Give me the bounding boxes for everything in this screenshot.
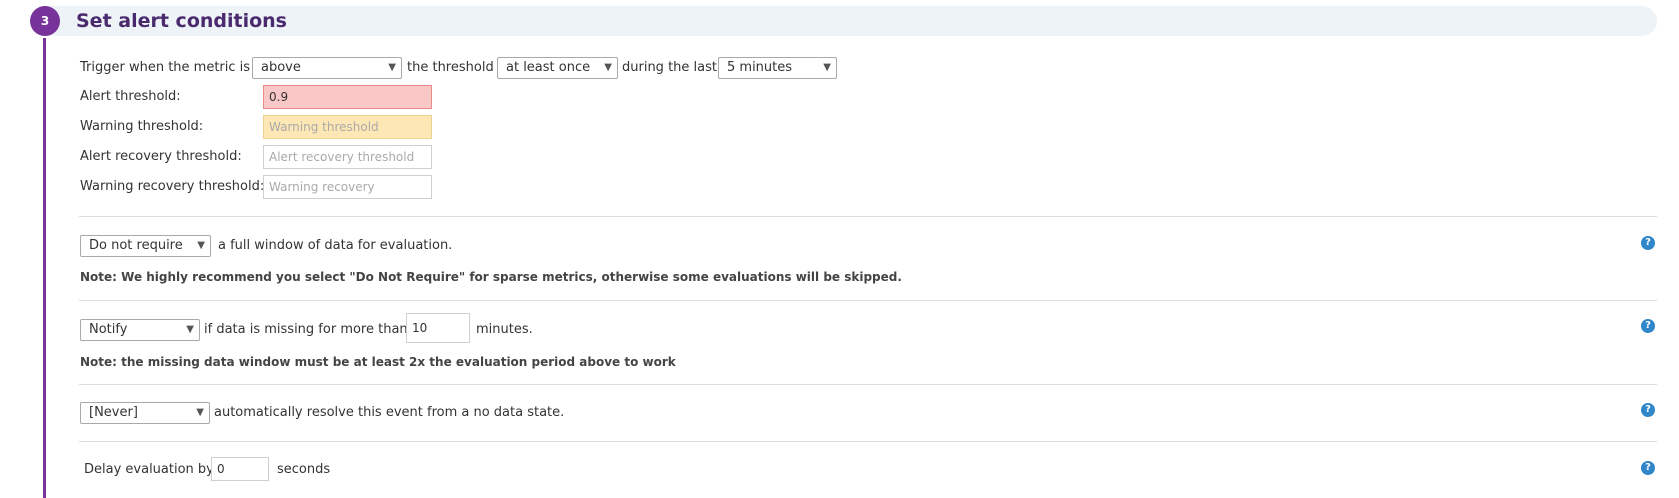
help-icon[interactable]: ? xyxy=(1641,319,1655,333)
delay-evaluation-input[interactable]: 0 xyxy=(211,457,269,481)
section-divider xyxy=(79,441,1657,442)
full-window-select[interactable]: Do not require ▼ xyxy=(80,235,211,257)
chevron-down-icon: ▼ xyxy=(823,62,831,73)
help-icon[interactable]: ? xyxy=(1641,403,1655,417)
delay-evaluation-unit: seconds xyxy=(277,462,331,477)
help-icon[interactable]: ? xyxy=(1641,236,1655,250)
missing-data-select[interactable]: Notify ▼ xyxy=(80,319,200,341)
section-divider xyxy=(79,384,1657,385)
alert-recovery-threshold-label: Alert recovery threshold: xyxy=(80,149,242,164)
full-window-select-value: Do not require xyxy=(89,238,183,253)
comparison-select-value: above xyxy=(261,60,301,75)
missing-data-select-value: Notify xyxy=(89,322,128,337)
occurrence-select[interactable]: at least once ▼ xyxy=(497,57,618,79)
time-window-select[interactable]: 5 minutes ▼ xyxy=(718,57,837,79)
warning-recovery-threshold-input[interactable]: Warning recovery threshold xyxy=(263,175,432,199)
time-window-select-value: 5 minutes xyxy=(727,60,793,75)
occurrence-select-value: at least once xyxy=(506,60,591,75)
help-icon[interactable]: ? xyxy=(1641,461,1655,475)
step-number-badge: 3 xyxy=(30,6,60,36)
auto-resolve-select-value: [Never] xyxy=(89,405,138,420)
chevron-down-icon: ▼ xyxy=(196,407,204,418)
section-divider xyxy=(79,216,1657,217)
alert-recovery-threshold-input[interactable]: Alert recovery threshold (op xyxy=(263,145,432,169)
chevron-down-icon: ▼ xyxy=(388,62,396,73)
trigger-prefix-label: Trigger when the metric is xyxy=(80,60,251,75)
chevron-down-icon: ▼ xyxy=(604,62,612,73)
missing-data-minutes-input[interactable]: 10 xyxy=(406,313,470,343)
auto-resolve-select[interactable]: [Never] ▼ xyxy=(80,402,210,424)
comparison-select[interactable]: above ▼ xyxy=(252,57,402,79)
alert-threshold-label: Alert threshold: xyxy=(80,89,181,104)
chevron-down-icon: ▼ xyxy=(197,240,205,251)
missing-data-note: Note: the missing data window must be at… xyxy=(80,355,676,369)
missing-data-unit: minutes. xyxy=(476,322,533,337)
full-window-text: a full window of data for evaluation. xyxy=(218,238,453,253)
alert-threshold-input[interactable]: 0.9 xyxy=(263,85,432,109)
section-title: Set alert conditions xyxy=(76,10,287,32)
chevron-down-icon: ▼ xyxy=(186,324,194,335)
trigger-suffix-label: during the last xyxy=(622,60,717,75)
warning-recovery-threshold-label: Warning recovery threshold: xyxy=(80,179,265,194)
step-timeline-line xyxy=(43,38,46,498)
section-header-bar xyxy=(48,6,1657,36)
section-divider xyxy=(79,300,1657,301)
trigger-mid-label: the threshold xyxy=(407,60,494,75)
warning-threshold-input[interactable]: Warning threshold (optiona xyxy=(263,115,432,139)
warning-threshold-label: Warning threshold: xyxy=(80,119,204,134)
missing-data-text: if data is missing for more than xyxy=(204,322,408,337)
full-window-note: Note: We highly recommend you select "Do… xyxy=(80,270,902,284)
delay-evaluation-label: Delay evaluation by xyxy=(84,462,214,477)
auto-resolve-text: automatically resolve this event from a … xyxy=(214,405,565,420)
